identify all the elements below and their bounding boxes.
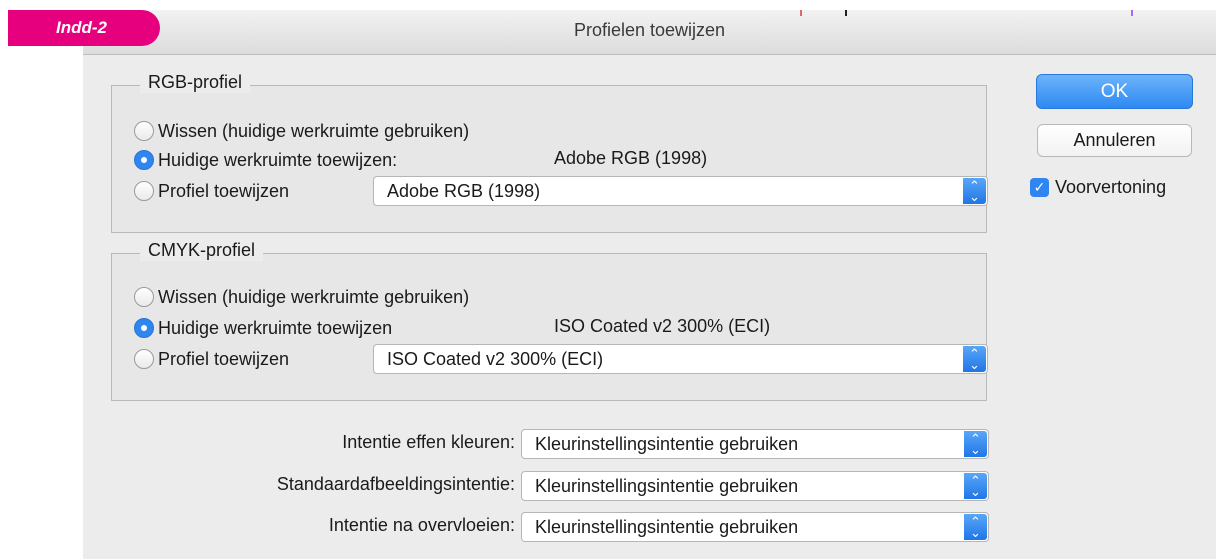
intent-label: Intentie na overvloeien: [328, 515, 515, 535]
cmyk-option-assign-working[interactable]: Huidige werkruimte toewijzen [134, 315, 392, 341]
checkmark-icon[interactable]: ✓ [1030, 178, 1049, 197]
up-down-chevron-icon[interactable]: ⌃ ⌄ [964, 514, 987, 540]
up-down-chevron-icon[interactable]: ⌃ ⌄ [963, 346, 986, 372]
option-label: Profiel toewijzen [158, 180, 290, 201]
up-down-chevron-icon[interactable]: ⌃ ⌄ [963, 178, 986, 204]
select-value: Kleurinstellingsintentie gebruiken [535, 476, 799, 496]
cmyk-option-assign-profile[interactable]: Profiel toewijzen [134, 346, 289, 372]
dialog-title: Profielen toewijzen [573, 20, 726, 40]
intent-default-image-row: Standaardafbeeldingsintentie: [83, 470, 515, 500]
rgb-group-legend: RGB-profiel [140, 72, 251, 93]
radio-off-icon[interactable] [134, 121, 154, 141]
intent-label: Standaardafbeeldingsintentie: [276, 474, 515, 494]
ok-button[interactable]: OK [1036, 74, 1193, 109]
preview-checkbox[interactable]: ✓ Voorvertoning [1030, 177, 1166, 198]
cmyk-profile-select[interactable]: ISO Coated v2 300% (ECI) ⌃ ⌄ [373, 344, 988, 374]
title-bar: Profielen toewijzen [83, 10, 1216, 55]
intent-after-blending-row: Intentie na overvloeien: [83, 511, 515, 541]
intent-after-blending-select[interactable]: Kleurinstellingsintentie gebruiken ⌃ ⌄ [521, 512, 989, 542]
cancel-button[interactable]: Annuleren [1037, 124, 1192, 157]
select-value: ISO Coated v2 300% (ECI) [387, 349, 604, 369]
radio-off-icon[interactable] [134, 181, 154, 201]
rgb-option-discard[interactable]: Wissen (huidige werkruimte gebruiken) [134, 118, 469, 144]
radio-off-icon[interactable] [134, 287, 154, 307]
select-value: Kleurinstellingsintentie gebruiken [535, 517, 799, 537]
up-down-chevron-icon[interactable]: ⌃ ⌄ [964, 431, 987, 457]
document-tag: Indd-2 [8, 10, 160, 46]
guide-mark [800, 10, 802, 16]
intent-label: Intentie effen kleuren: [342, 432, 515, 452]
rgb-profile-group: RGB-profiel Wissen (huidige werkruimte g… [111, 72, 988, 233]
cmyk-working-space-value: ISO Coated v2 300% (ECI) [554, 316, 771, 336]
option-label: Wissen (huidige werkruimte gebruiken) [158, 120, 470, 141]
intent-solid-colors-select[interactable]: Kleurinstellingsintentie gebruiken ⌃ ⌄ [521, 429, 989, 459]
up-down-chevron-icon[interactable]: ⌃ ⌄ [964, 473, 987, 499]
option-label: Huidige werkruimte toewijzen [158, 317, 393, 338]
rgb-option-assign-profile[interactable]: Profiel toewijzen [134, 178, 289, 204]
rgb-option-assign-working[interactable]: Huidige werkruimte toewijzen: [134, 147, 397, 173]
guide-mark [1131, 10, 1133, 16]
cmyk-option-discard[interactable]: Wissen (huidige werkruimte gebruiken) [134, 284, 469, 310]
dialog-window: Profielen toewijzen RGB-profiel Wissen (… [83, 10, 1216, 559]
option-label: Huidige werkruimte toewijzen: [158, 149, 398, 170]
cmyk-group-legend: CMYK-profiel [140, 240, 264, 261]
intent-solid-colors-row: Intentie effen kleuren: [83, 428, 515, 458]
select-value: Kleurinstellingsintentie gebruiken [535, 434, 799, 454]
radio-on-icon[interactable] [134, 150, 154, 170]
guide-mark [845, 10, 847, 16]
cmyk-profile-group: CMYK-profiel Wissen (huidige werkruimte … [111, 240, 988, 401]
rgb-profile-select[interactable]: Adobe RGB (1998) ⌃ ⌄ [373, 176, 988, 206]
select-value: Adobe RGB (1998) [387, 181, 541, 201]
radio-on-icon[interactable] [134, 318, 154, 338]
rgb-working-space-value: Adobe RGB (1998) [554, 148, 708, 168]
preview-label: Voorvertoning [1055, 177, 1167, 197]
radio-off-icon[interactable] [134, 349, 154, 369]
option-label: Profiel toewijzen [158, 348, 290, 369]
option-label: Wissen (huidige werkruimte gebruiken) [158, 286, 470, 307]
intent-default-image-select[interactable]: Kleurinstellingsintentie gebruiken ⌃ ⌄ [521, 471, 989, 501]
